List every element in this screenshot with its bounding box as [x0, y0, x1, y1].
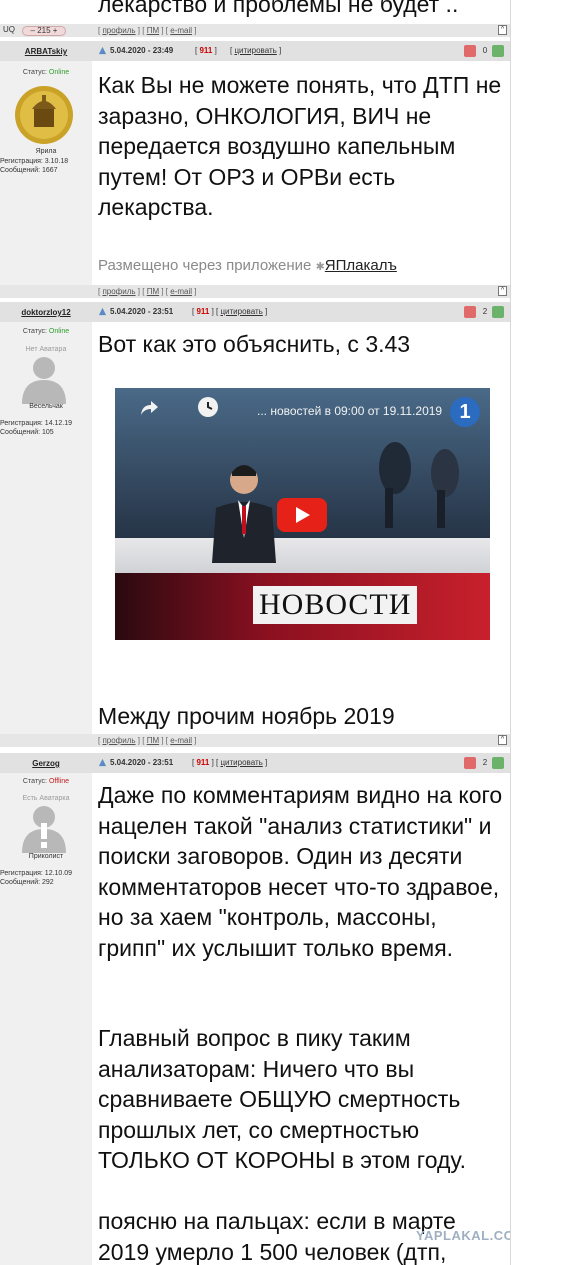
email-link[interactable]: e-mail	[170, 287, 192, 296]
pm-link[interactable]: ПМ	[147, 736, 159, 745]
quote-link[interactable]: [ цитировать ]	[230, 41, 281, 61]
embedded-video[interactable]: НОВОСТИ ... новостей в 09:00 от 19.11.20…	[115, 388, 490, 640]
app-link[interactable]: ЯПлакалъ	[325, 257, 397, 274]
uq-rating: UQ – 215 +	[0, 24, 96, 37]
rate-up-button[interactable]	[492, 45, 504, 57]
post-footer: [ профиль ] [ ПМ ] [ e-mail ] ^	[0, 285, 510, 298]
video-banner-text: НОВОСТИ	[253, 586, 418, 624]
rate-down-button[interactable]	[464, 306, 476, 318]
avatar-label: Есть Аватарка	[22, 795, 70, 802]
user-avatar[interactable]	[14, 354, 74, 404]
post-header: 5.04.2020 - 23:51 [ 911 ] [ цитировать ]…	[92, 302, 510, 322]
username[interactable]: ARBATskiy	[0, 47, 92, 56]
post-icon	[98, 307, 107, 316]
share-icon[interactable]	[139, 398, 159, 418]
post-gerzog: Gerzog 5.04.2020 - 23:51 [ 911 ] [ цитир…	[0, 753, 510, 1265]
user-registration: Регистрация: 3.10.18 Сообщений: 1667	[0, 158, 69, 174]
rating-value: 2	[482, 758, 488, 767]
post-date: 5.04.2020 - 23:49	[110, 46, 174, 55]
channel-logo-icon: 1	[450, 397, 480, 427]
post-number[interactable]: [ 911 ]	[195, 41, 217, 61]
quote-link[interactable]: [ цитировать ]	[216, 753, 267, 773]
user-avatar[interactable]	[14, 803, 74, 853]
user-rank: Весельчак	[29, 403, 63, 410]
post-paragraph-1: Даже по комментариям видно на кого нацел…	[98, 782, 503, 961]
post-number[interactable]: [ 911 ]	[192, 302, 214, 322]
uq-value[interactable]: – 215 +	[22, 26, 66, 36]
footer-links: [ профиль ] [ ПМ ] [ e-mail ]	[98, 26, 197, 35]
user-rank: Приколист	[28, 853, 64, 860]
rating-value: 2	[482, 307, 488, 316]
quote-link[interactable]: [ цитировать ]	[216, 302, 267, 322]
rating-value: 0	[482, 46, 488, 55]
post-header: 5.04.2020 - 23:51 [ 911 ] [ цитировать ]…	[92, 753, 510, 773]
rate-up-button[interactable]	[492, 757, 504, 769]
video-background-people	[379, 442, 459, 528]
app-icon: ✱	[315, 261, 325, 273]
avatar-label: Нет Аватара	[25, 346, 67, 353]
post-text: Вот как это объяснить, с 3.43	[98, 331, 411, 357]
rate-up-button[interactable]	[492, 306, 504, 318]
post-text-after: Между прочим ноябрь 2019	[98, 703, 395, 729]
username[interactable]: Gerzog	[0, 759, 92, 768]
user-status: Статус: Online	[22, 328, 70, 335]
username[interactable]: doktorzloy12	[0, 308, 92, 317]
profile-link[interactable]: профиль	[102, 26, 135, 35]
post-paragraph-2: Главный вопрос в пику таким анализаторам…	[98, 1025, 466, 1173]
forum-page: лекарство и проблемы не будет .. [ профи…	[0, 0, 525, 1265]
post-arbatskiy: ARBATskiy 5.04.2020 - 23:49 [ 911 ] [ ци…	[0, 41, 510, 285]
user-avatar[interactable]	[14, 85, 74, 145]
post-icon	[98, 46, 107, 55]
scroll-up-button[interactable]: ^	[498, 735, 507, 745]
post-footer: [ профиль ] [ ПМ ] [ e-mail ] ^	[0, 734, 510, 747]
post-rating: 2	[464, 756, 506, 770]
previous-post-text: лекарство и проблемы не будет ..	[98, 0, 459, 17]
play-button[interactable]	[277, 498, 327, 532]
email-link[interactable]: e-mail	[170, 736, 192, 745]
scroll-up-button[interactable]: ^	[498, 25, 507, 35]
post-number[interactable]: [ 911 ]	[192, 753, 214, 773]
post-rating: 0	[464, 44, 506, 58]
watch-later-icon[interactable]	[198, 397, 218, 417]
video-title: ... новостей в 09:00 от 19.11.2019	[257, 404, 443, 418]
profile-link[interactable]: профиль	[102, 736, 135, 745]
app-signature: Размещено через приложение ✱ЯПлакалъ	[98, 257, 397, 274]
pm-link[interactable]: ПМ	[147, 287, 159, 296]
post-text: Как Вы не можете понять, что ДТП не зара…	[98, 72, 502, 220]
post-icon	[98, 758, 107, 767]
post-date: 5.04.2020 - 23:51	[110, 307, 174, 316]
rate-down-button[interactable]	[464, 757, 476, 769]
page-gutter	[510, 0, 580, 1265]
user-status: Статус: Online	[22, 69, 70, 76]
profile-link[interactable]: профиль	[102, 287, 135, 296]
user-registration: Регистрация: 12.10.09 Сообщений: 292	[0, 870, 73, 886]
pm-link[interactable]: ПМ	[147, 26, 159, 35]
rate-down-button[interactable]	[464, 45, 476, 57]
user-rank: Ярила	[35, 148, 57, 155]
post-date: 5.04.2020 - 23:51	[110, 758, 174, 767]
scroll-up-button[interactable]: ^	[498, 286, 507, 296]
user-registration: Регистрация: 14.12.19 Сообщений: 105	[0, 420, 73, 436]
post-header: 5.04.2020 - 23:49 [ 911 ] [ цитировать ]…	[92, 41, 510, 61]
news-anchor	[212, 465, 276, 563]
user-status: Статус: Offline	[22, 778, 70, 785]
uq-label: UQ	[3, 25, 15, 34]
post-rating: 2	[464, 305, 506, 319]
email-link[interactable]: e-mail	[170, 26, 192, 35]
